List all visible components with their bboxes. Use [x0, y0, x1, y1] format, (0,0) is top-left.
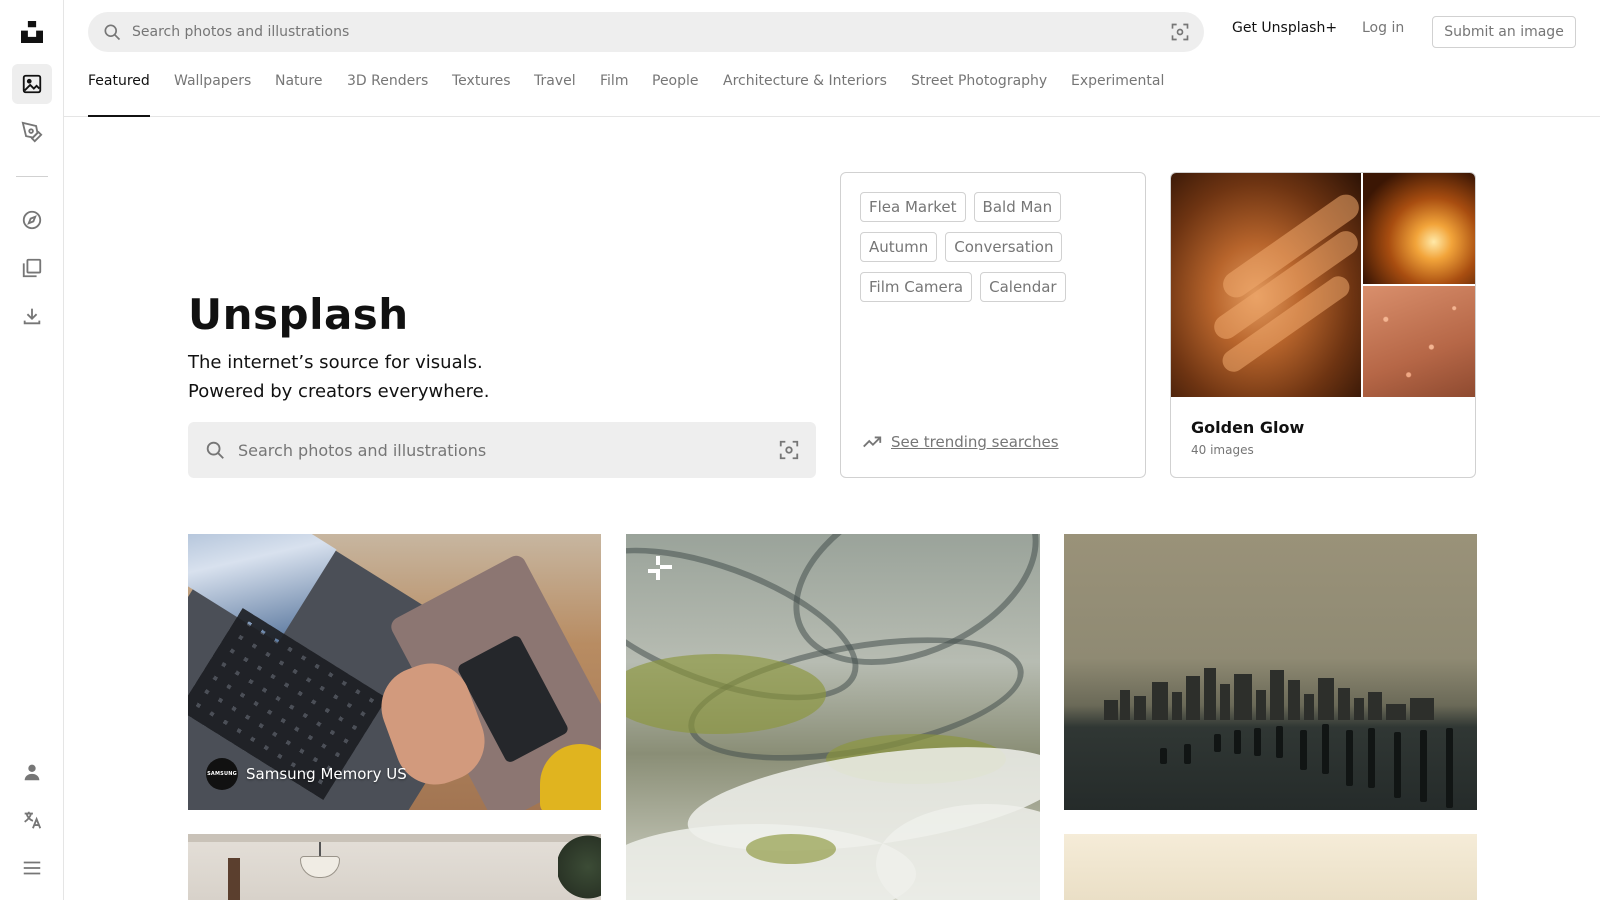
photo-card[interactable] — [626, 534, 1040, 900]
see-trending-searches-label: See trending searches — [891, 433, 1059, 451]
hero-search — [188, 422, 816, 478]
search-icon[interactable] — [204, 439, 226, 461]
menu-icon[interactable] — [12, 848, 52, 888]
trending-chips: Flea Market Bald Man Autumn Conversation… — [860, 192, 1130, 302]
trending-chip-autumn[interactable]: Autumn — [860, 232, 938, 262]
tab-travel[interactable]: Travel — [534, 73, 576, 117]
language-icon[interactable] — [12, 800, 52, 840]
tab-street-photography[interactable]: Street Photography — [911, 73, 1047, 117]
photo-card[interactable] — [1064, 534, 1477, 810]
hero-search-input[interactable] — [238, 422, 738, 478]
tab-3d-renders[interactable]: 3D Renders — [347, 73, 428, 117]
visual-search-icon[interactable] — [778, 439, 800, 461]
unsplash-plus-icon — [648, 556, 672, 580]
tab-architecture-interiors[interactable]: Architecture & Interiors — [723, 73, 887, 117]
trending-chip-calendar[interactable]: Calendar — [980, 272, 1066, 302]
submit-image-button[interactable]: Submit an image — [1432, 16, 1576, 48]
photo-card[interactable] — [188, 834, 601, 900]
tab-wallpapers[interactable]: Wallpapers — [174, 73, 251, 117]
collection-cover-top-right — [1363, 173, 1475, 284]
photos-icon[interactable] — [12, 64, 52, 104]
tab-experimental[interactable]: Experimental — [1071, 73, 1164, 117]
tab-featured[interactable]: Featured — [88, 73, 150, 117]
hero-title: Unsplash — [188, 290, 409, 339]
avatar: SAMSUNG — [206, 758, 238, 790]
header-search-input[interactable] — [132, 12, 1092, 52]
collection-title: Golden Glow — [1191, 418, 1305, 437]
collection-count: 40 images — [1191, 443, 1254, 457]
get-unsplash-plus-link[interactable]: Get Unsplash+ — [1232, 20, 1337, 36]
collection-cover-main — [1171, 173, 1364, 397]
illustrations-icon[interactable] — [12, 112, 52, 152]
top-header: Get Unsplash+ Log in Submit an image — [64, 0, 1600, 60]
header-search — [88, 12, 1204, 52]
trending-chip-film-camera[interactable]: Film Camera — [860, 272, 973, 302]
collection-card-golden-glow[interactable]: Golden Glow 40 images — [1170, 172, 1476, 478]
author-name: Samsung Memory US — [246, 765, 407, 783]
collections-icon[interactable] — [12, 248, 52, 288]
category-tabs: Featured Wallpapers Nature 3D Renders Te… — [64, 60, 1600, 117]
user-icon[interactable] — [12, 752, 52, 792]
trending-up-icon — [863, 436, 882, 448]
unsplash-logo-icon[interactable] — [12, 12, 52, 52]
photo-card[interactable]: SAMSUNG Samsung Memory US — [188, 534, 601, 810]
trending-chip-bald-man[interactable]: Bald Man — [973, 192, 1062, 222]
sidebar-divider — [16, 176, 48, 177]
hero-subtitle: The internet’s source for visuals. Power… — [188, 348, 489, 406]
trending-chip-flea-market[interactable]: Flea Market — [860, 192, 966, 222]
photo-author[interactable]: SAMSUNG Samsung Memory US — [206, 758, 407, 790]
collection-cover-bottom-right — [1363, 286, 1475, 397]
tab-people[interactable]: People — [652, 73, 699, 117]
tab-textures[interactable]: Textures — [452, 73, 511, 117]
hero-subtitle-line-1: The internet’s source for visuals. — [188, 352, 483, 373]
tab-nature[interactable]: Nature — [275, 73, 322, 117]
login-link[interactable]: Log in — [1362, 20, 1404, 36]
see-trending-searches-link[interactable]: See trending searches — [861, 431, 1059, 453]
explore-icon[interactable] — [12, 200, 52, 240]
photo-card[interactable] — [1064, 834, 1477, 900]
trending-chip-conversation[interactable]: Conversation — [945, 232, 1063, 262]
visual-search-icon[interactable] — [1170, 22, 1190, 42]
trending-searches-card: Flea Market Bald Man Autumn Conversation… — [840, 172, 1146, 478]
download-icon[interactable] — [12, 296, 52, 336]
hero-subtitle-line-2: Powered by creators everywhere. — [188, 381, 490, 402]
search-icon[interactable] — [102, 22, 122, 42]
left-sidebar — [0, 0, 64, 900]
tab-film[interactable]: Film — [600, 73, 628, 117]
